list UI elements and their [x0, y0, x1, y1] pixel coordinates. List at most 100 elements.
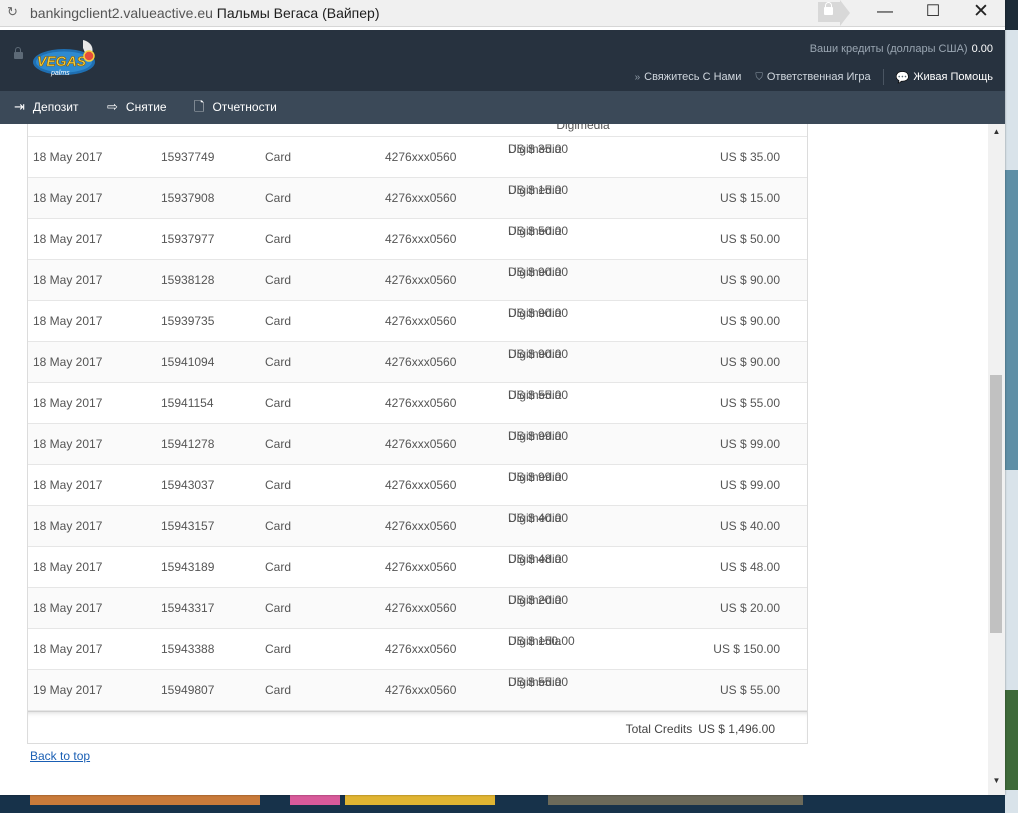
- site-header: VEGAS palms Ваши кредиты (доллары США) 0.…: [0, 30, 1005, 91]
- date-cell: 18 May 2017: [33, 355, 103, 369]
- double-chevron-icon: »: [634, 71, 641, 83]
- date-cell: 18 May 2017: [33, 478, 103, 492]
- nav-deposit-label: Депозит: [32, 100, 79, 114]
- svg-text:palms: palms: [50, 70, 70, 77]
- date-cell: 18 May 2017: [33, 519, 103, 533]
- table-row: 18 May 2017 15943388 Card 4276xxx0560 US $ 1…: [28, 629, 807, 670]
- date-cell: 19 May 2017: [33, 683, 103, 697]
- type-cell: Card: [265, 355, 292, 369]
- transactions-table: Digimedia 18 May 2017 15937749 Card 4276xxx…: [27, 124, 808, 744]
- reload-icon[interactable]: ↻: [7, 4, 18, 20]
- nav-withdraw[interactable]: ⇨ Снятие: [107, 91, 167, 124]
- type-cell: Card: [265, 478, 292, 492]
- live-help-link[interactable]: 💬 Живая Помощь: [896, 71, 993, 84]
- url-text: bankingclient2.valueactive.eu: [30, 5, 213, 21]
- type-cell: Card: [265, 150, 292, 164]
- card-number-cell: 4276xxx0560: [385, 683, 457, 697]
- nav-reports[interactable]: 🗋 Отчетности: [194, 91, 277, 124]
- transaction-id-cell: 15938128: [161, 273, 215, 287]
- table-row-partial: Digimedia: [28, 124, 807, 137]
- main-nav: ⇥ Депозит ⇨ Снятие 🗋 Отчетности: [0, 91, 1005, 124]
- back-to-top-link[interactable]: Back to top: [30, 749, 90, 763]
- padlock-icon: [14, 47, 23, 59]
- credit-cell: US $ 90.00: [719, 314, 780, 328]
- shield-icon: ⛉: [755, 71, 763, 83]
- contact-us-link[interactable]: » Свяжитесь С Нами: [635, 71, 742, 83]
- table-row: 18 May 2017 15941154 Card 4276xxx0560 US $ 5…: [28, 383, 807, 424]
- transaction-id-cell: 15943157: [161, 519, 215, 533]
- payment-method: Digimedia: [508, 593, 562, 607]
- table-row: 18 May 2017 15937749 Card 4276xxx0560 US $ 3…: [28, 137, 807, 178]
- lock-chevron: [840, 0, 850, 26]
- payment-method: Digimedia: [508, 634, 562, 648]
- maximize-button[interactable]: ☐: [910, 0, 956, 26]
- chat-bubble-icon: 💬: [895, 71, 910, 84]
- payment-method: Digimedia: [508, 552, 562, 566]
- type-cell: Card: [265, 601, 292, 615]
- table-row: 18 May 2017 15943157 Card 4276xxx0560 US $ 4…: [28, 506, 807, 547]
- payment-method: Digimedia: [508, 306, 562, 320]
- table-row: 18 May 2017 15943037 Card 4276xxx0560 US $ 9…: [28, 465, 807, 506]
- card-number-cell: 4276xxx0560: [385, 314, 457, 328]
- type-cell: Card: [265, 437, 292, 451]
- transaction-id-cell: 15943037: [161, 478, 215, 492]
- credit-cell: US $ 55.00: [719, 683, 780, 697]
- scroll-up-arrow-icon[interactable]: ▲: [988, 127, 1005, 136]
- transaction-id-cell: 15943189: [161, 560, 215, 574]
- payment-method: Digimedia: [508, 511, 562, 525]
- scrollbar-thumb[interactable]: [990, 375, 1002, 633]
- minimize-button[interactable]: —: [862, 0, 908, 26]
- date-cell: 18 May 2017: [33, 642, 103, 656]
- transaction-id-cell: 15937749: [161, 150, 215, 164]
- card-number-cell: 4276xxx0560: [385, 437, 457, 451]
- type-cell: Card: [265, 314, 292, 328]
- card-number-cell: 4276xxx0560: [385, 396, 457, 410]
- date-cell: 18 May 2017: [33, 560, 103, 574]
- responsible-gaming-label: Ответственная Игра: [766, 71, 871, 83]
- card-number-cell: 4276xxx0560: [385, 601, 457, 615]
- background-game-thumb: [30, 795, 260, 805]
- payment-method: Digimedia: [508, 470, 562, 484]
- credit-cell: US $ 40.00: [719, 519, 780, 533]
- credit-cell: US $ 20.00: [719, 601, 780, 615]
- card-number-cell: 4276xxx0560: [385, 355, 457, 369]
- totals-row: Total Credits US $ 1,496.00: [28, 711, 807, 744]
- lock-icon[interactable]: [818, 2, 840, 22]
- responsible-gaming-link[interactable]: ⛉ Ответственная Игра: [755, 71, 870, 83]
- type-cell: Card: [265, 232, 292, 246]
- credit-cell: US $ 35.00: [719, 150, 780, 164]
- payment-method: Digimedia: [508, 224, 562, 238]
- payment-method: Digimedia: [508, 429, 562, 443]
- date-cell: 18 May 2017: [33, 601, 103, 615]
- total-credits-label: Total Credits: [625, 722, 693, 736]
- total-credits-value: US $ 1,496.00: [698, 722, 775, 736]
- transaction-id-cell: 15937908: [161, 191, 215, 205]
- banking-window: ↻ bankingclient2.valueactive.eu Пальмы В…: [0, 0, 1005, 795]
- report-content: Digimedia 18 May 2017 15937749 Card 4276xxx…: [0, 124, 988, 795]
- credits-value: 0.00: [971, 43, 993, 55]
- credits-balance: Ваши кредиты (доллары США) 0.00: [810, 43, 993, 55]
- table-row: 18 May 2017 15938128 Card 4276xxx0560 US $ 9…: [28, 260, 807, 301]
- table-row: 18 May 2017 15943189 Card 4276xxx0560 US $ 4…: [28, 547, 807, 588]
- credit-cell: US $ 99.00: [719, 478, 780, 492]
- transaction-id-cell: 15949807: [161, 683, 215, 697]
- vegas-palms-logo: VEGAS palms: [33, 40, 95, 77]
- address-text: bankingclient2.valueactive.eu Пальмы Вег…: [30, 5, 380, 21]
- background-game-thumb: [345, 795, 495, 805]
- date-cell: 18 May 2017: [33, 191, 103, 205]
- scroll-down-arrow-icon[interactable]: ▼: [988, 776, 1005, 785]
- card-number-cell: 4276xxx0560: [385, 191, 457, 205]
- nav-deposit[interactable]: ⇥ Депозит: [14, 91, 78, 124]
- header-divider: [882, 69, 884, 85]
- credit-cell: US $ 15.00: [719, 191, 780, 205]
- transaction-id-cell: 15941154: [161, 396, 214, 410]
- contact-us-label: Свяжитесь С Нами: [644, 71, 742, 83]
- credit-cell: US $ 90.00: [719, 355, 780, 369]
- payment-method: Digimedia: [508, 142, 562, 156]
- live-help-label: Живая Помощь: [913, 71, 993, 83]
- vertical-scrollbar[interactable]: ▲ ▼: [988, 124, 1005, 795]
- date-cell: 18 May 2017: [33, 150, 103, 164]
- transaction-id-cell: 15941094: [161, 355, 215, 369]
- payment-method: Digimedia: [508, 675, 562, 689]
- close-button[interactable]: ✕: [958, 0, 1004, 26]
